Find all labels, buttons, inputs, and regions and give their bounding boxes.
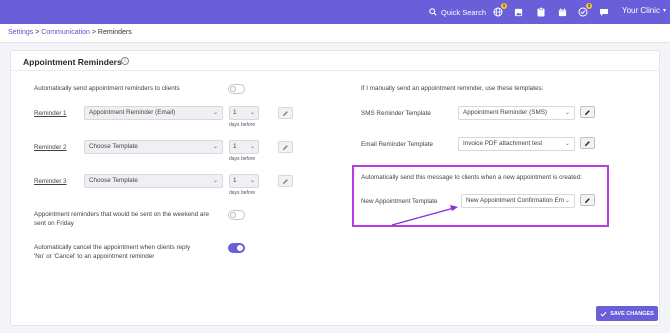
reminder-1-template-value: Appointment Reminder (Email): [89, 109, 176, 116]
reminder-3-days-select[interactable]: 1 ⌄: [229, 174, 259, 188]
breadcrumb-bar: Settings > Communication > Reminders: [0, 24, 670, 43]
breadcrumb-communication[interactable]: Communication: [41, 29, 90, 36]
pencil-icon: [584, 109, 590, 115]
reminder-1-days-value: 1: [233, 109, 237, 116]
save-changes-label: SAVE CHANGES: [610, 310, 654, 317]
weekend-label-line-1: Appointment reminders that would be sent…: [34, 211, 210, 218]
auto-cancel-label-line-2: 'No' or 'Cancel' to an appointment remin…: [34, 253, 155, 260]
manual-templates-heading: If I manually send an appointment remind…: [361, 85, 544, 92]
quick-search-label: Quick Search: [441, 7, 487, 17]
calendar-icon[interactable]: [556, 6, 568, 18]
reminder-3-days-value: 1: [233, 177, 237, 184]
chevron-down-icon: ⌄: [564, 110, 570, 116]
pencil-icon: [282, 178, 288, 184]
reminder-2-days-label: days before: [229, 156, 256, 162]
chat-icon[interactable]: [598, 6, 610, 18]
toggle-knob: [230, 212, 236, 218]
clinic-name: Your Clinic: [622, 6, 660, 15]
reminder-2-label: Reminder 2: [34, 144, 67, 151]
globe-icon[interactable]: 1: [492, 3, 507, 18]
reminder-3-template-select[interactable]: Choose Template ⌄: [84, 174, 223, 188]
reminder-3-label: Reminder 3: [34, 178, 67, 185]
top-navigation-bar: Quick Search 1 3 Your Clinic ▾: [0, 0, 670, 24]
chevron-down-icon: ⌄: [249, 144, 255, 150]
new-appointment-template-value: New Appointment Confirmation Em: [466, 197, 564, 204]
reminder-1-label: Reminder 1: [34, 110, 67, 117]
sms-template-edit-button[interactable]: [580, 106, 595, 118]
reminder-1-template-select[interactable]: Appointment Reminder (Email) ⌄: [84, 106, 223, 120]
email-template-value: Invoice PDF attachment test: [463, 140, 543, 147]
reminder-2-template-select[interactable]: Choose Template ⌄: [84, 140, 223, 154]
reminder-1-days-select[interactable]: 1 ⌄: [229, 106, 259, 120]
new-appointment-heading: Automatically send this message to clien…: [361, 174, 582, 181]
weekend-label-line-2: sent on Friday: [34, 220, 74, 227]
reminder-2-edit-button[interactable]: [278, 141, 293, 153]
reminder-2-template-value: Choose Template: [89, 143, 138, 150]
new-appointment-template-label: New Appointment Template: [361, 198, 438, 205]
chevron-down-icon: ⌄: [564, 198, 570, 204]
check-icon: [600, 311, 607, 317]
breadcrumb-current: Reminders: [97, 29, 132, 36]
image-icon[interactable]: [512, 6, 524, 18]
clipboard-icon[interactable]: [535, 6, 547, 18]
weekend-friday-toggle[interactable]: [228, 210, 245, 220]
reminder-1-edit-button[interactable]: [278, 107, 293, 119]
card-header: Appointment Reminders i: [11, 51, 659, 71]
save-changes-button[interactable]: SAVE CHANGES: [596, 306, 658, 321]
chevron-down-icon: ⌄: [564, 141, 570, 147]
toggle-knob: [237, 245, 243, 251]
reminder-1-days-label: days before: [229, 122, 256, 128]
new-appointment-template-select[interactable]: New Appointment Confirmation Em ⌄: [461, 194, 575, 208]
chevron-down-icon: ⌄: [212, 110, 218, 116]
pencil-icon: [584, 197, 590, 203]
pencil-icon: [282, 144, 288, 150]
auto-send-toggle[interactable]: [228, 84, 245, 94]
search-icon: [429, 8, 437, 16]
reminder-3-template-value: Choose Template: [89, 177, 138, 184]
email-template-select[interactable]: Invoice PDF attachment test ⌄: [458, 137, 575, 151]
auto-send-label: Automatically send appointment reminders…: [34, 85, 180, 92]
reminder-2-days-value: 1: [233, 143, 237, 150]
reminder-3-edit-button[interactable]: [278, 175, 293, 187]
new-appointment-template-edit-button[interactable]: [580, 194, 595, 206]
chevron-down-icon: ⌄: [249, 110, 255, 116]
auto-cancel-label-line-1: Automatically cancel the appointment whe…: [34, 244, 191, 251]
notification-badge: 1: [501, 3, 507, 9]
chevron-down-icon: ⌄: [212, 144, 218, 150]
email-template-edit-button[interactable]: [580, 137, 595, 149]
breadcrumb-separator: >: [89, 29, 98, 36]
pencil-icon: [584, 140, 590, 146]
tasks-badge: 3: [586, 3, 592, 9]
breadcrumb: Settings > Communication > Reminders: [8, 29, 132, 36]
tasks-icon[interactable]: 3: [577, 3, 592, 18]
sms-template-select[interactable]: Appointment Reminder (SMS) ⌄: [458, 106, 575, 120]
reminder-2-days-select[interactable]: 1 ⌄: [229, 140, 259, 154]
breadcrumb-settings[interactable]: Settings: [8, 29, 33, 36]
auto-cancel-toggle[interactable]: [228, 243, 245, 253]
pencil-icon: [282, 110, 288, 116]
quick-search-button[interactable]: Quick Search: [429, 6, 486, 18]
info-icon[interactable]: i: [121, 57, 129, 65]
reminder-3-days-label: days before: [229, 190, 256, 196]
chevron-down-icon: ⌄: [212, 178, 218, 184]
toggle-knob: [230, 86, 236, 92]
sms-template-label: SMS Reminder Template: [361, 110, 431, 117]
email-template-label: Email Reminder Template: [361, 141, 433, 148]
chevron-down-icon: ⌄: [249, 178, 255, 184]
sms-template-value: Appointment Reminder (SMS): [463, 109, 547, 116]
page-title: Appointment Reminders: [23, 57, 122, 67]
clinic-menu[interactable]: Your Clinic ▾: [622, 6, 666, 15]
chevron-down-icon: ▾: [662, 8, 666, 14]
